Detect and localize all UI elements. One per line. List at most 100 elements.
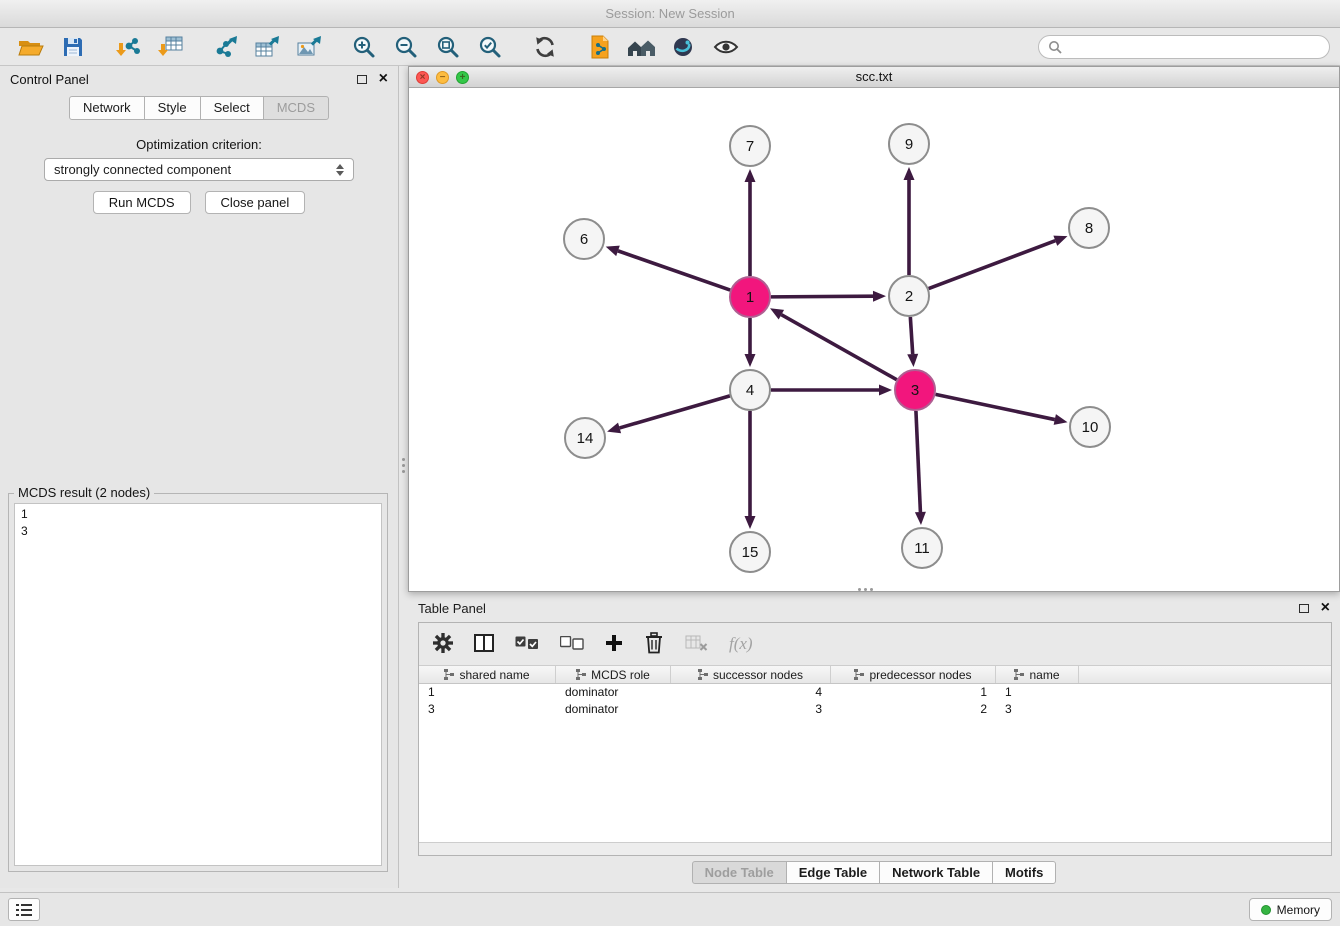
tab-style[interactable]: Style	[144, 96, 201, 120]
graph-node-label: 6	[580, 231, 588, 248]
tab-edge-table[interactable]: Edge Table	[786, 861, 880, 884]
close-window-icon[interactable]: ×	[416, 71, 429, 84]
memory-button[interactable]: Memory	[1249, 898, 1332, 921]
network-window-titlebar: × − + scc.txt	[409, 67, 1339, 88]
table-horizontal-scrollbar[interactable]	[419, 842, 1331, 855]
control-panel-header: Control Panel ×	[0, 66, 398, 92]
task-history-button[interactable]	[8, 898, 40, 921]
unselect-all-columns-button[interactable]	[560, 636, 584, 653]
graph-edge-1-2[interactable]	[771, 296, 873, 297]
tab-select[interactable]: Select	[200, 96, 264, 120]
column-type-icon	[854, 669, 864, 680]
graph-edge-1-6[interactable]	[618, 251, 730, 290]
plus-icon	[605, 634, 623, 652]
save-session-button[interactable]	[52, 31, 94, 63]
run-mcds-button[interactable]: Run MCDS	[93, 191, 191, 214]
zoom-in-button[interactable]	[343, 31, 385, 63]
tab-mcds[interactable]: MCDS	[263, 96, 329, 120]
new-network-button[interactable]	[579, 31, 621, 63]
network-document-icon	[589, 35, 611, 59]
table-cell: dominator	[556, 701, 671, 718]
table-panel-title: Table Panel	[418, 601, 486, 616]
zoom-out-button[interactable]	[385, 31, 427, 63]
list-icon	[16, 904, 32, 916]
import-network-button[interactable]	[107, 31, 149, 63]
show-hide-button[interactable]	[705, 31, 747, 63]
home-button[interactable]	[621, 31, 663, 63]
graph-edge-arrow	[904, 167, 915, 180]
graph-edge-3-11[interactable]	[916, 411, 920, 512]
graph-edge-3-10[interactable]	[936, 394, 1055, 419]
table-panel-header: Table Panel ×	[408, 596, 1340, 620]
float-table-panel-icon[interactable]	[1299, 604, 1309, 613]
column-header-MCDS-role[interactable]: MCDS role	[556, 666, 671, 683]
graph-edge-arrow	[745, 354, 756, 367]
export-table-icon	[254, 35, 280, 59]
export-image-button[interactable]	[288, 31, 330, 63]
tab-motifs[interactable]: Motifs	[992, 861, 1056, 884]
column-header-successor-nodes[interactable]: successor nodes	[671, 666, 831, 683]
select-all-columns-button[interactable]	[515, 636, 539, 653]
delete-column-button[interactable]	[644, 632, 664, 657]
column-header-shared-name[interactable]: shared name	[419, 666, 556, 683]
graph-node-label: 14	[577, 430, 594, 447]
close-panel-button[interactable]: Close panel	[205, 191, 306, 214]
export-network-button[interactable]	[204, 31, 246, 63]
table-row[interactable]: 1dominator411	[419, 684, 1331, 701]
zoom-fit-button[interactable]	[427, 31, 469, 63]
column-type-icon	[576, 669, 586, 680]
panel-splitter[interactable]	[399, 66, 408, 888]
import-table-icon	[157, 35, 183, 59]
table-settings-button[interactable]	[433, 633, 453, 656]
graph-edge-arrow	[745, 169, 756, 182]
apply-layout-button[interactable]	[524, 31, 566, 63]
checked-boxes-icon	[515, 636, 539, 650]
table-panel: Table Panel ×	[408, 596, 1340, 888]
close-panel-icon[interactable]: ×	[379, 73, 388, 85]
delete-table-icon	[685, 634, 708, 652]
column-header-predecessor-nodes[interactable]: predecessor nodes	[831, 666, 996, 683]
graph-edge-2-8[interactable]	[929, 241, 1056, 289]
mcds-result-item: 3	[21, 523, 375, 540]
float-panel-icon[interactable]	[357, 75, 367, 84]
global-search[interactable]	[1038, 35, 1330, 59]
horizontal-splitter-handle[interactable]	[858, 588, 873, 591]
table-cell: 2	[831, 701, 996, 718]
column-header-name[interactable]: name	[996, 666, 1079, 683]
dropdown-stepper-icon	[336, 164, 344, 176]
open-session-button[interactable]	[10, 31, 52, 63]
table-cell: 3	[996, 701, 1079, 718]
graph-edge-4-14[interactable]	[620, 396, 730, 428]
memory-label: Memory	[1277, 903, 1320, 917]
maximize-window-icon[interactable]: +	[456, 71, 469, 84]
network-canvas[interactable]: 7968124314101511	[409, 88, 1339, 591]
tab-network-table[interactable]: Network Table	[879, 861, 993, 884]
optimization-criterion-select[interactable]: strongly connected component	[44, 158, 354, 181]
zoom-selected-button[interactable]	[469, 31, 511, 63]
minimize-window-icon[interactable]: −	[436, 71, 449, 84]
graph-edge-arrow	[879, 385, 892, 396]
search-input[interactable]	[1068, 40, 1320, 54]
graph-node-label: 15	[742, 544, 759, 561]
tab-node-table[interactable]: Node Table	[692, 861, 787, 884]
column-header-label: MCDS role	[591, 668, 650, 682]
style-button[interactable]	[663, 31, 705, 63]
create-column-button[interactable]	[605, 634, 623, 655]
graph-edge-2-3[interactable]	[910, 317, 912, 354]
column-icon	[474, 634, 494, 652]
table-row[interactable]: 3dominator323	[419, 701, 1331, 718]
mcds-result-item: 1	[21, 506, 375, 523]
close-table-panel-icon[interactable]: ×	[1321, 602, 1330, 614]
mcds-result-list[interactable]: 1 3	[14, 503, 382, 866]
memory-status-icon	[1261, 905, 1271, 915]
optimization-criterion-label: Optimization criterion:	[0, 137, 398, 152]
main-toolbar	[0, 28, 1340, 66]
import-table-button[interactable]	[149, 31, 191, 63]
table-body[interactable]: 1dominator4113dominator323	[419, 684, 1331, 842]
show-column-button[interactable]	[474, 634, 494, 655]
zoom-selected-icon	[478, 35, 502, 59]
export-table-button[interactable]	[246, 31, 288, 63]
export-image-icon	[296, 35, 322, 59]
graph-edge-3-1[interactable]	[781, 315, 896, 380]
tab-network[interactable]: Network	[69, 96, 145, 120]
